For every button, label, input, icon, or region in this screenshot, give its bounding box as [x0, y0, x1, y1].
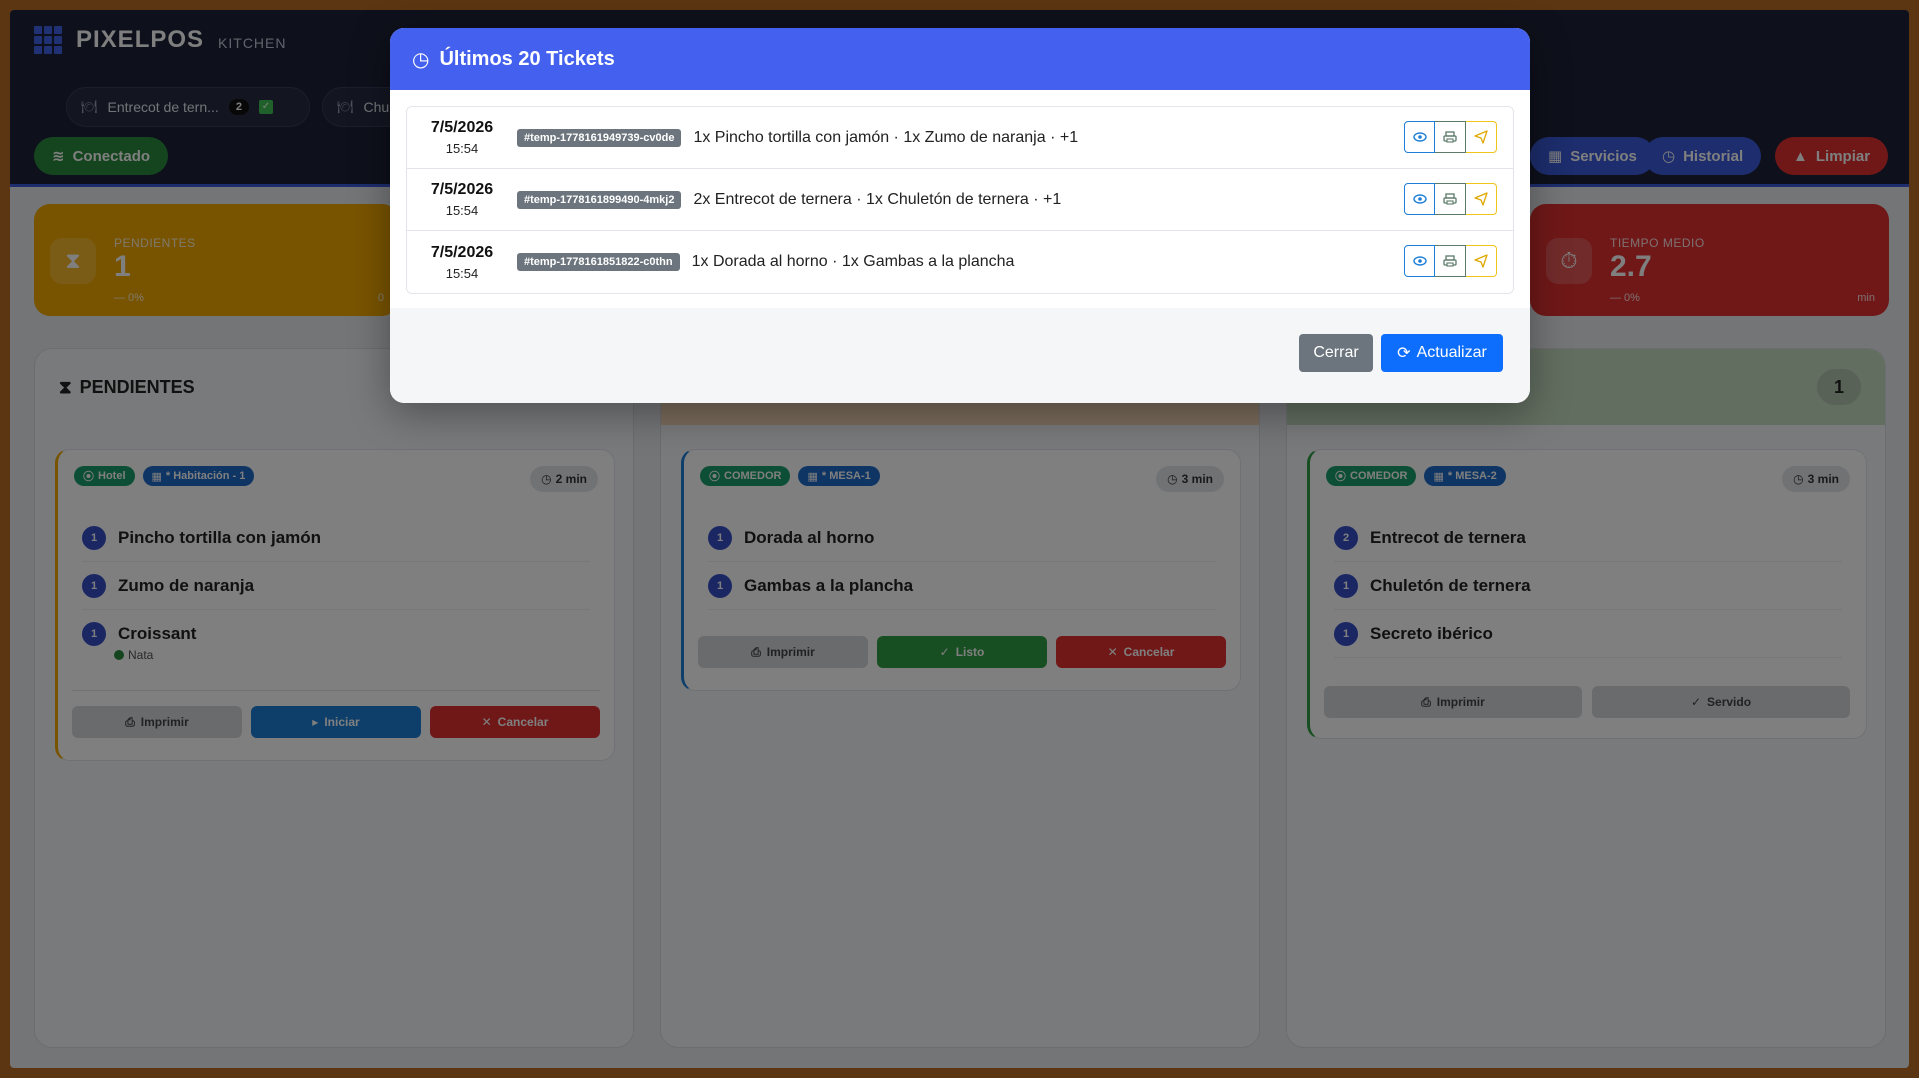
ticket-row: 7/5/2026 15:54 #temp-1778161949739-cv0de …: [407, 107, 1513, 169]
ticket-date: 7/5/2026: [430, 119, 494, 136]
ticket-id: #temp-1778161851822-c0thn: [517, 253, 680, 271]
modal-body: 7/5/2026 15:54 #temp-1778161949739-cv0de …: [390, 90, 1530, 336]
view-icon[interactable]: [1404, 183, 1435, 215]
ticket-time: 15:54: [445, 203, 479, 218]
modal-title: Últimos 20 Tickets: [439, 47, 615, 70]
refresh-icon: ⟳: [1397, 345, 1411, 362]
ticket-row: 7/5/2026 15:54 #temp-1778161851822-c0thn …: [407, 231, 1513, 293]
ticket-id: #temp-1778161949739-cv0de: [517, 128, 682, 147]
print-icon[interactable]: [1435, 121, 1466, 153]
print-icon[interactable]: [1435, 245, 1466, 277]
send-icon[interactable]: [1466, 245, 1497, 277]
send-icon[interactable]: [1466, 183, 1497, 215]
send-icon[interactable]: [1466, 121, 1497, 153]
view-icon[interactable]: [1404, 121, 1435, 153]
refresh-button[interactable]: ⟳ Actualizar: [1381, 334, 1503, 372]
ticket-desc: 2x Entrecot de ternera · 1x Chuletón de …: [693, 190, 1062, 208]
ticket-time: 15:54: [445, 265, 479, 281]
close-button[interactable]: Cerrar: [1299, 334, 1373, 372]
ticket-desc: 1x Pincho tortilla con jamón · 1x Zumo d…: [693, 128, 1079, 146]
refresh-label: Actualizar: [1416, 344, 1487, 361]
close-label: Cerrar: [1313, 344, 1359, 361]
clock-icon: ◷: [412, 48, 430, 71]
history-modal: ◷ Últimos 20 Tickets 7/5/2026 15:54 #temp…: [390, 28, 1530, 403]
modal-header: ◷ Últimos 20 Tickets: [390, 28, 1530, 90]
ticket-desc: 1x Dorada al horno · 1x Gambas a la plan…: [691, 253, 1015, 270]
ticket-date: 7/5/2026: [430, 243, 494, 261]
ticket-time: 15:54: [445, 141, 479, 156]
ticket-row: 7/5/2026 15:54 #temp-1778161899490-4mkj2 …: [407, 169, 1513, 231]
modal-footer: Cerrar ⟳ Actualizar: [390, 308, 1530, 403]
view-icon[interactable]: [1404, 245, 1435, 277]
ticket-date: 7/5/2026: [430, 181, 494, 198]
ticket-list: 7/5/2026 15:54 #temp-1778161949739-cv0de …: [406, 106, 1514, 294]
print-icon[interactable]: [1435, 183, 1466, 215]
ticket-id: #temp-1778161899490-4mkj2: [517, 190, 682, 209]
